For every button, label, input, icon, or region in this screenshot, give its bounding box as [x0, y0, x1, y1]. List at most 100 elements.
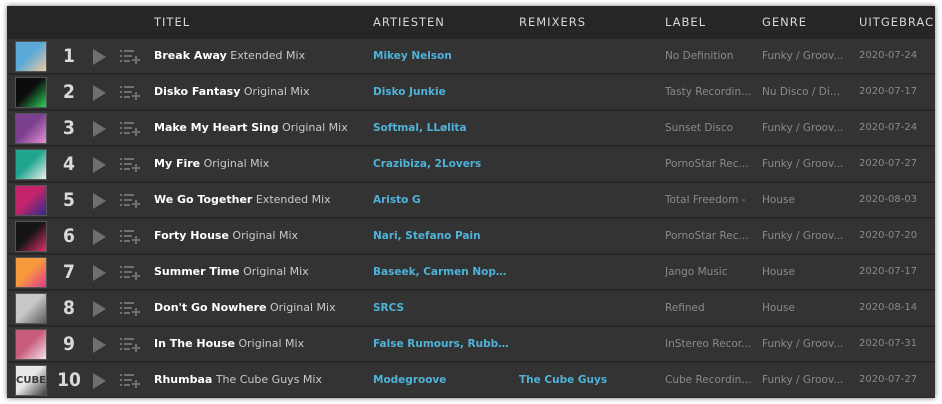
track-artwork[interactable] — [15, 113, 47, 144]
add-to-queue-icon[interactable] — [119, 229, 141, 245]
play-icon[interactable] — [93, 301, 106, 317]
track-remixers[interactable] — [519, 39, 659, 74]
header-label[interactable]: LABEL — [665, 15, 753, 29]
header-genre[interactable]: GENRE — [762, 15, 850, 29]
track-artwork[interactable] — [15, 221, 47, 252]
table-row[interactable]: 6 Forty House Original Mix Nari, Stefano P… — [7, 218, 935, 253]
add-to-queue-icon[interactable] — [119, 85, 141, 101]
header-released[interactable]: UITGEBRAC... — [859, 15, 935, 29]
track-genre[interactable]: Funky / Groov... — [762, 111, 845, 146]
add-to-queue-icon[interactable] — [119, 373, 141, 389]
track-label[interactable]: Cube Recordings — [665, 363, 753, 398]
play-icon[interactable] — [93, 121, 106, 137]
track-label[interactable]: Jango Music — [665, 255, 753, 290]
track-title[interactable]: Break Away Extended Mix — [154, 39, 359, 74]
add-to-queue-icon[interactable] — [119, 193, 141, 209]
track-artists[interactable]: Nari, Stefano Pain — [373, 219, 513, 254]
track-title[interactable]: My Fire Original Mix — [154, 147, 359, 182]
track-release-date: 2020-07-27 — [859, 374, 918, 385]
track-mix: Original Mix — [282, 121, 348, 134]
track-label[interactable]: InStereo Recor... — [665, 327, 753, 362]
track-remixers[interactable] — [519, 183, 659, 218]
track-remixers[interactable] — [519, 75, 659, 110]
track-title[interactable]: Summer Time Original Mix — [154, 255, 359, 290]
track-remixers[interactable] — [519, 147, 659, 182]
track-remixers[interactable] — [519, 219, 659, 254]
track-label[interactable]: Refined — [665, 291, 753, 326]
track-title[interactable]: In The House Original Mix — [154, 327, 359, 362]
table-row[interactable]: 8 Don't Go Nowhere Original Mix SRCS Refine… — [7, 290, 935, 325]
track-artwork[interactable] — [15, 77, 47, 108]
track-label[interactable]: PornoStar Rec... — [665, 219, 753, 254]
track-artwork[interactable] — [15, 329, 47, 360]
track-genre[interactable]: Funky / Groov... — [762, 147, 845, 182]
track-title[interactable]: Don't Go Nowhere Original Mix — [154, 291, 359, 326]
track-remixers[interactable] — [519, 291, 659, 326]
track-remixers[interactable] — [519, 327, 659, 362]
track-artwork[interactable] — [15, 257, 47, 288]
track-genre[interactable]: Nu Disco / Disco — [762, 75, 845, 110]
add-to-queue-icon[interactable] — [119, 49, 141, 65]
track-genre[interactable]: Funky / Groov... — [762, 363, 845, 398]
add-to-queue-icon[interactable] — [119, 265, 141, 281]
track-title[interactable]: Forty House Original Mix — [154, 219, 359, 254]
track-title[interactable]: Make My Heart Sing Original Mix — [154, 111, 359, 146]
track-remixers[interactable] — [519, 255, 659, 290]
track-artists[interactable]: Disko Junkie — [373, 75, 513, 110]
track-remixers[interactable] — [519, 111, 659, 146]
track-artists[interactable]: Crazibiza, 2Lovers — [373, 147, 513, 182]
track-genre[interactable]: House — [762, 255, 845, 290]
track-artwork[interactable]: CUBE — [15, 365, 47, 396]
play-icon[interactable] — [93, 229, 106, 245]
play-icon[interactable] — [93, 85, 106, 101]
track-label[interactable]: Tasty Recordings — [665, 75, 753, 110]
add-to-queue-icon[interactable] — [119, 121, 141, 137]
track-artwork[interactable] — [15, 185, 47, 216]
header-title[interactable]: TITEL — [154, 15, 354, 29]
play-icon[interactable] — [93, 193, 106, 209]
track-label[interactable]: No Definition — [665, 39, 753, 74]
track-artwork[interactable] — [15, 41, 47, 72]
track-remixers[interactable]: The Cube Guys — [519, 363, 659, 398]
track-genre[interactable]: House — [762, 291, 845, 326]
track-artists[interactable]: Baseek, Carmen Nophra — [373, 255, 513, 290]
track-artists[interactable]: Modegroove — [373, 363, 513, 398]
track-genre[interactable]: Funky / Groov... — [762, 39, 845, 74]
track-label[interactable]: Total Freedom - — [665, 183, 753, 218]
add-to-queue-icon[interactable] — [119, 301, 141, 317]
track-title[interactable]: Rhumbaa The Cube Guys Mix — [154, 363, 359, 398]
play-icon[interactable] — [93, 373, 106, 389]
track-artists[interactable]: False Rumours, Rubber ... — [373, 327, 513, 362]
track-title[interactable]: We Go Together Extended Mix — [154, 183, 359, 218]
table-row[interactable]: CUBE 10 Rhumbaa The Cube Guys Mix Modegroov… — [7, 362, 935, 397]
play-icon[interactable] — [93, 265, 106, 281]
table-row[interactable]: 1 Break Away Extended Mix Mikey Nelson No D… — [7, 38, 935, 73]
track-genre[interactable]: Funky / Groov... — [762, 219, 845, 254]
table-row[interactable]: 5 We Go Together Extended Mix Aristo G Tota… — [7, 182, 935, 217]
track-artists[interactable]: Aristo G — [373, 183, 513, 218]
track-name: Rhumbaa — [154, 373, 213, 386]
track-name: Disko Fantasy — [154, 85, 241, 98]
header-artists[interactable]: ARTIESTEN — [373, 15, 503, 29]
track-artists[interactable]: Softmal, LLølita — [373, 111, 513, 146]
track-artwork[interactable] — [15, 293, 47, 324]
table-row[interactable]: 4 My Fire Original Mix Crazibiza, 2Lovers P… — [7, 146, 935, 181]
play-icon[interactable] — [93, 337, 106, 353]
track-title[interactable]: Disko Fantasy Original Mix — [154, 75, 359, 110]
track-label[interactable]: PornoStar Rec... — [665, 147, 753, 182]
track-genre[interactable]: House — [762, 183, 845, 218]
track-genre[interactable]: Funky / Groov... — [762, 327, 845, 362]
add-to-queue-icon[interactable] — [119, 157, 141, 173]
header-remixers[interactable]: REMIXERS — [519, 15, 649, 29]
table-row[interactable]: 9 In The House Original Mix False Rumours,… — [7, 326, 935, 361]
track-artists[interactable]: Mikey Nelson — [373, 39, 513, 74]
table-row[interactable]: 3 Make My Heart Sing Original Mix Softmal,… — [7, 110, 935, 145]
table-row[interactable]: 2 Disko Fantasy Original Mix Disko Junkie T… — [7, 74, 935, 109]
track-artwork[interactable] — [15, 149, 47, 180]
track-artists[interactable]: SRCS — [373, 291, 513, 326]
track-label[interactable]: Sunset Disco — [665, 111, 753, 146]
table-row[interactable]: 7 Summer Time Original Mix Baseek, Carmen … — [7, 254, 935, 289]
add-to-queue-icon[interactable] — [119, 337, 141, 353]
play-icon[interactable] — [93, 157, 106, 173]
play-icon[interactable] — [93, 49, 106, 65]
